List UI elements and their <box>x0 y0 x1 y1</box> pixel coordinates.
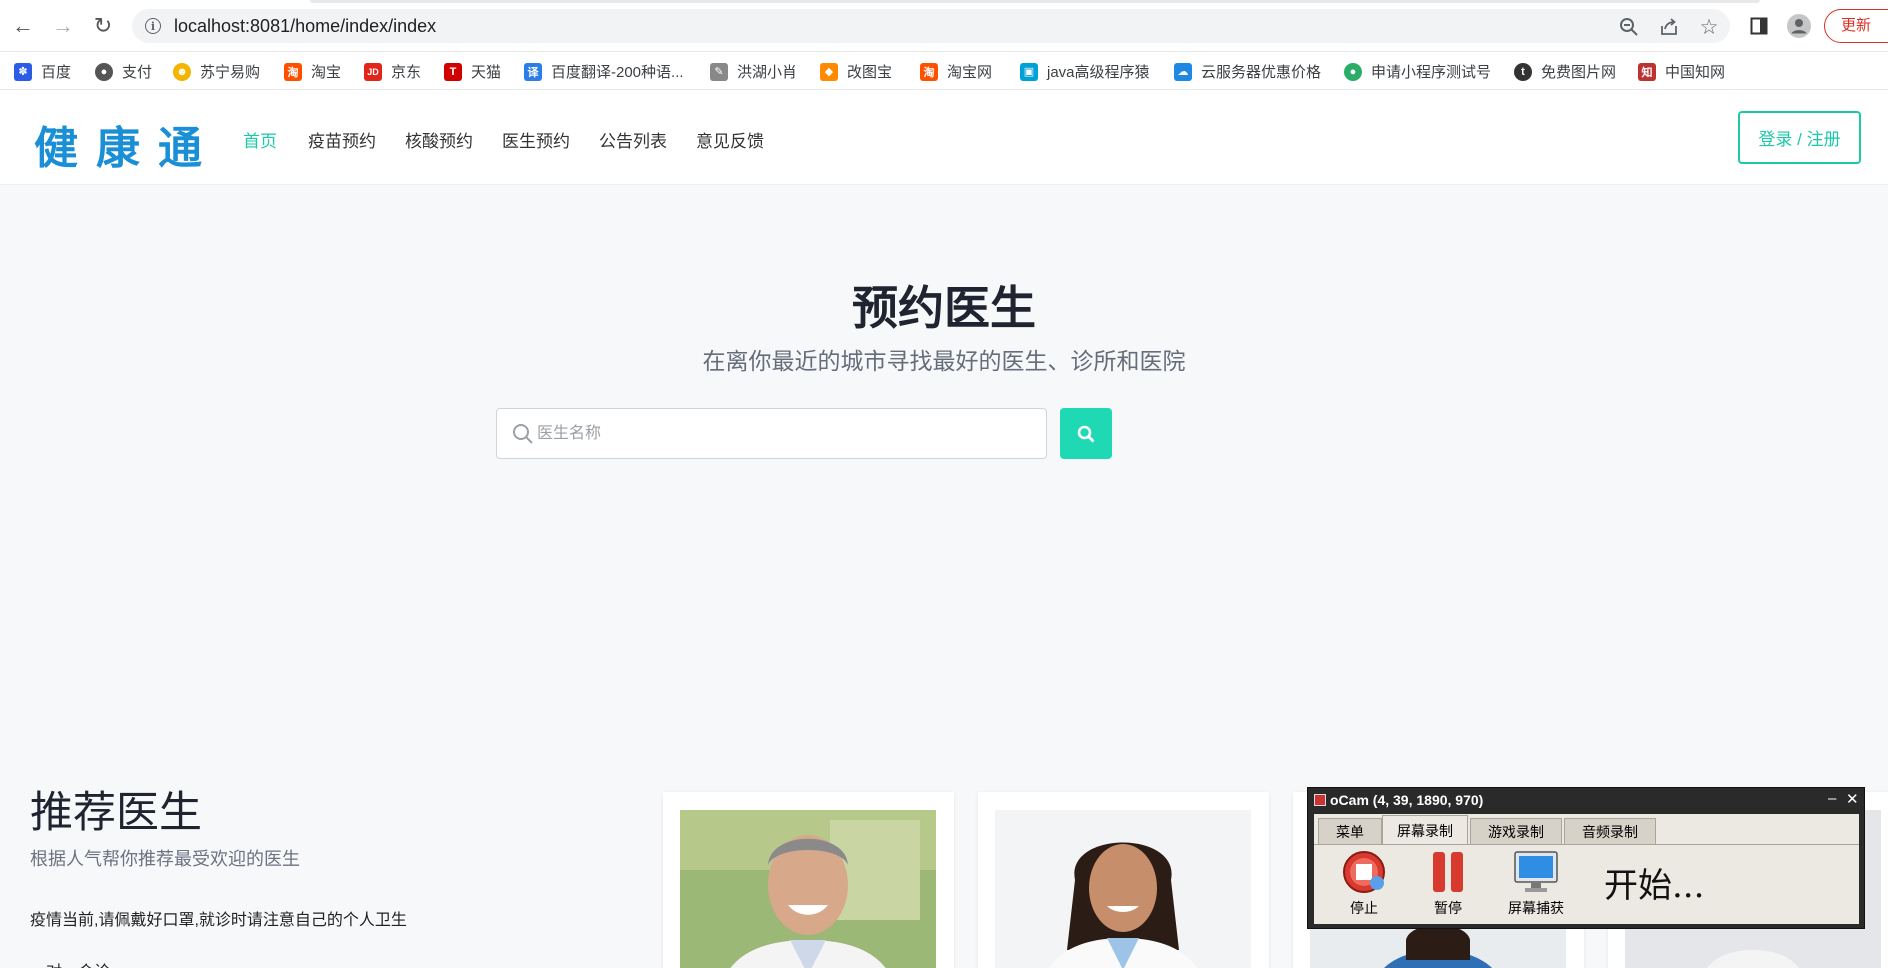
pen-icon: ✎ <box>710 62 728 81</box>
bookmark-item[interactable]: JD 京东 <box>364 61 421 82</box>
bookmark-item[interactable]: t 免费图片网 <box>1514 61 1616 82</box>
nav-nucleic[interactable]: 核酸预约 <box>405 127 473 152</box>
bookmark-item[interactable]: ● 申请小程序测试号 <box>1344 61 1491 82</box>
suning-icon: ☻ <box>173 62 191 81</box>
nav-home[interactable]: 首页 <box>243 127 277 152</box>
doctor-search-box <box>496 408 1047 459</box>
ocam-body: 菜单 屏幕录制 游戏录制 音频录制 停止 暂停 屏幕捕获 开始... <box>1314 814 1859 924</box>
gaitubao-icon: ◆ <box>820 62 838 81</box>
update-button[interactable]: 更新 <box>1824 9 1888 43</box>
recommend-list-item: 一对一会诊 <box>30 958 110 968</box>
minimize-icon[interactable]: – <box>1828 790 1836 807</box>
bookmark-item[interactable]: ☁ 云服务器优惠价格 <box>1174 61 1321 82</box>
baidu-icon: ✽ <box>14 62 32 81</box>
wechat-icon: ● <box>1344 62 1362 81</box>
hero-title: 预约医生 <box>852 282 1036 334</box>
doctor-photo <box>995 810 1251 968</box>
monitor-icon <box>1513 850 1559 894</box>
nav-vaccine[interactable]: 疫苗预约 <box>308 127 376 152</box>
bookmark-item[interactable]: ● 支付 <box>95 61 152 82</box>
ocam-tab-game-record[interactable]: 游戏录制 <box>1470 818 1562 844</box>
ocam-window: oCam (4, 39, 1890, 970) – ✕ 菜单 屏幕录制 游戏录制… <box>1307 787 1865 929</box>
bookmark-item[interactable]: 知中国知网 <box>1638 61 1725 82</box>
share-icon[interactable] <box>1658 16 1680 38</box>
ocam-stop-button[interactable]: 停止 <box>1334 850 1394 918</box>
site-logo[interactable]: 健康通 <box>34 112 220 176</box>
tumblr-icon: t <box>1514 62 1532 81</box>
bookmark-item[interactable]: ◆ 改图宝 <box>820 61 892 82</box>
search-icon <box>513 424 533 444</box>
bookmarks-bar: ✽ 百度 ● 支付 ☻ 苏宁易购 淘淘宝 JD 京东 T 天猫 译百度翻译-200种语..… <box>0 52 1888 90</box>
taobao-icon: 淘 <box>920 62 938 81</box>
doctor-search-input[interactable] <box>537 409 1037 458</box>
ocam-tab-divider <box>1314 844 1859 845</box>
ocam-status-text: 开始... <box>1604 866 1705 906</box>
reload-icon[interactable]: ↻ <box>90 13 116 39</box>
ocam-tab-screen-record[interactable]: 屏幕录制 <box>1382 815 1468 845</box>
ocam-pause-button[interactable]: 暂停 <box>1418 850 1478 918</box>
bookmark-item[interactable]: ▣ java高级程序猿 <box>1020 61 1150 82</box>
hero-subtitle: 在离你最近的城市寻找最好的医生、诊所和医院 <box>702 348 1186 374</box>
nav-feedback[interactable]: 意见反馈 <box>696 127 764 152</box>
search-icon <box>1077 425 1095 442</box>
bookmark-item[interactable]: 淘淘宝 <box>284 61 341 82</box>
bookmark-item[interactable]: 译百度翻译-200种语... <box>524 61 684 82</box>
side-panel-icon[interactable] <box>1746 13 1772 39</box>
jd-icon: JD <box>364 62 382 81</box>
bookmark-item[interactable]: ✎ 洪湖小肖 <box>710 61 797 82</box>
ocam-capture-button[interactable]: 屏幕捕获 <box>1506 850 1566 918</box>
doctor-card[interactable] <box>663 792 954 968</box>
ocam-tab-audio-record[interactable]: 音频录制 <box>1564 818 1656 844</box>
ocam-tab-menu[interactable]: 菜单 <box>1318 818 1382 844</box>
doctor-photo <box>680 810 936 968</box>
ocam-app-icon <box>1314 794 1326 806</box>
globe-icon: ● <box>95 62 113 81</box>
site-info-icon[interactable]: i <box>145 18 161 34</box>
bookmark-item[interactable]: 淘淘宝网 <box>920 61 992 82</box>
browser-toolbar: ← → ↻ i localhost:8081/home/index/index … <box>0 0 1888 52</box>
search-button[interactable] <box>1060 408 1112 459</box>
cnki-icon: 知 <box>1638 62 1656 81</box>
url-text[interactable]: localhost:8081/home/index/index <box>174 16 436 37</box>
address-bar[interactable]: i localhost:8081/home/index/index ☆ <box>132 9 1730 43</box>
doctor-card[interactable] <box>978 792 1269 968</box>
bilibili-icon: ▣ <box>1020 62 1038 81</box>
recommend-subtitle: 根据人气帮你推荐最受欢迎的医生 <box>30 849 300 869</box>
ocam-title: oCam (4, 39, 1890, 970) <box>1314 792 1483 808</box>
site-header: 健康通 首页 疫苗预约 核酸预约 医生预约 公告列表 意见反馈 登录 / 注册 <box>0 90 1888 185</box>
pause-icon <box>1425 850 1471 894</box>
forward-icon[interactable]: → <box>50 13 76 39</box>
tmall-icon: T <box>444 62 462 81</box>
nav-doctor[interactable]: 医生预约 <box>502 127 570 152</box>
recommend-title: 推荐医生 <box>30 789 202 837</box>
taobao-icon: 淘 <box>284 62 302 81</box>
cloud-icon: ☁ <box>1174 62 1192 81</box>
profile-avatar-icon[interactable] <box>1786 13 1812 39</box>
stop-icon <box>1341 850 1387 894</box>
back-icon[interactable]: ← <box>10 13 36 39</box>
bookmark-item[interactable]: ✽ 百度 <box>14 61 71 82</box>
translate-icon: 译 <box>524 62 542 81</box>
zoom-icon[interactable] <box>1618 16 1640 38</box>
bookmark-item[interactable]: ☻ 苏宁易购 <box>173 61 260 82</box>
login-register-button[interactable]: 登录 / 注册 <box>1738 111 1861 164</box>
close-icon[interactable]: ✕ <box>1846 790 1859 808</box>
tab-strip-edge <box>310 0 1760 3</box>
nav-notices[interactable]: 公告列表 <box>599 127 667 152</box>
bookmark-item[interactable]: T 天猫 <box>444 61 501 82</box>
recommend-note: 疫情当前,请佩戴好口罩,就诊时请注意自己的个人卫生 <box>30 912 407 929</box>
bookmark-star-icon[interactable]: ☆ <box>1698 16 1720 39</box>
